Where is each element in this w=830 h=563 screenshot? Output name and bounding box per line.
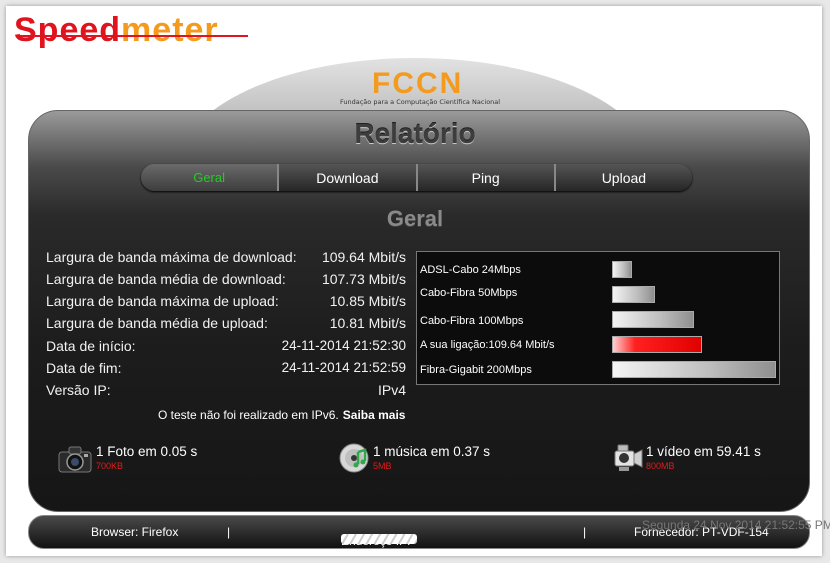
camera-icon (58, 446, 92, 473)
detail-label: Largura de banda máxima de download: (46, 249, 297, 265)
footer-separator: | (583, 525, 587, 539)
learn-more-link[interactable]: Saiba mais (343, 408, 406, 422)
detail-row: Largura de banda média de download: 107.7… (46, 271, 406, 291)
comparison-label: ADSL-Cabo 24Mbps (420, 264, 521, 276)
detail-row: Data de início: 24-11-2014 21:52:30 (46, 338, 406, 358)
comparison-label-highlight: A sua ligação:109.64 Mbit/s (420, 339, 555, 351)
music-stat-text: 1 música em 0.37 s (373, 444, 491, 459)
comparison-label: Cabo-Fibra 100Mbps (420, 315, 524, 327)
detail-label: Data de fim: (46, 360, 122, 376)
detail-label: Data de início: (46, 338, 136, 354)
comparison-bar-fill (613, 312, 693, 327)
ip-redacted (341, 534, 417, 544)
detail-row: Largura de banda máxima de download: 109.… (46, 249, 406, 269)
detail-row: Data de fim: 24-11-2014 21:52:59 (46, 360, 406, 380)
fccn-tagline: Fundação para a Computação Científica Na… (340, 98, 501, 106)
music-cd-icon (339, 443, 369, 473)
speedmeter-logo: Speedmeter (14, 11, 219, 49)
photo-stat: 1 Foto em 0.05 s 700KB (96, 444, 197, 471)
tab-bar: Geral Download Ping Upload (141, 164, 692, 191)
video-stat-size: 800MB (646, 461, 675, 471)
music-stat-size: 5MB (373, 461, 392, 471)
comparison-bar-fill (613, 287, 654, 302)
detail-value: 107.73 Mbit/s (321, 271, 406, 287)
comparison-bar (612, 261, 632, 278)
comparison-label: Fibra-Gigabit 200Mbps (420, 364, 532, 376)
tab-geral[interactable]: Geral (141, 164, 278, 191)
detail-label: Largura de banda máxima de upload: (46, 293, 279, 309)
ipv6-notice: O teste não foi realizado em IPv6. Saiba … (158, 408, 405, 422)
video-camera-icon (614, 444, 643, 471)
detail-label: Largura de banda média de download: (46, 271, 286, 287)
comparison-bar-fill (613, 337, 701, 352)
detail-value: 10.81 Mbit/s (329, 315, 406, 331)
detail-label: Versão IP: (46, 382, 111, 398)
page-title: Relatório (354, 118, 476, 149)
detail-row: Largura de banda média de upload: 10.81 M… (46, 315, 406, 335)
comparison-bar (612, 311, 694, 328)
detail-value: 24-11-2014 21:52:59 (281, 360, 406, 375)
video-stat-text: 1 vídeo em 59.41 s (646, 444, 761, 459)
comparison-bar-highlight (612, 336, 702, 353)
comparison-bar (612, 361, 776, 378)
browser-info: Browser: Firefox (91, 525, 179, 539)
comparison-bar-fill (613, 362, 775, 377)
video-stat: 1 vídeo em 59.41 s 800MB (646, 444, 761, 471)
speed-comparison-panel: ADSL-Cabo 24Mbps Cabo-Fibra 50Mbps Cabo-… (416, 251, 780, 385)
detail-row: Versão IP: IPv4 (46, 382, 406, 402)
comparison-label: Cabo-Fibra 50Mbps (420, 287, 518, 299)
detail-value: 10.85 Mbit/s (329, 293, 406, 309)
music-stat: 1 música em 0.37 s 5MB (373, 444, 490, 471)
tab-upload[interactable]: Upload (553, 164, 692, 191)
tab-download[interactable]: Download (277, 164, 415, 191)
photo-stat-text: 1 Foto em 0.05 s (96, 444, 198, 459)
detail-value: IPv4 (377, 382, 406, 398)
section-title: Geral (386, 206, 444, 231)
tab-ping[interactable]: Ping (415, 164, 554, 191)
detail-value: 24-11-2014 21:52:30 (281, 338, 406, 353)
footer-separator: | (227, 525, 231, 539)
fccn-logo: FCCN (372, 67, 464, 100)
ipv6-message: O teste não foi realizado em IPv6. (158, 408, 339, 422)
detail-row: Largura de banda máxima de upload: 10.85 … (46, 293, 406, 313)
detail-value: 109.64 Mbit/s (321, 249, 406, 265)
comparison-bar (612, 286, 655, 303)
clock-overlay: Segunda 24 Nov 2014 21:52:55 PM (642, 518, 830, 532)
photo-stat-size: 700KB (96, 461, 124, 471)
comparison-bar-fill (613, 262, 631, 277)
logo-underline (18, 35, 248, 37)
detail-label: Largura de banda média de upload: (46, 315, 268, 331)
